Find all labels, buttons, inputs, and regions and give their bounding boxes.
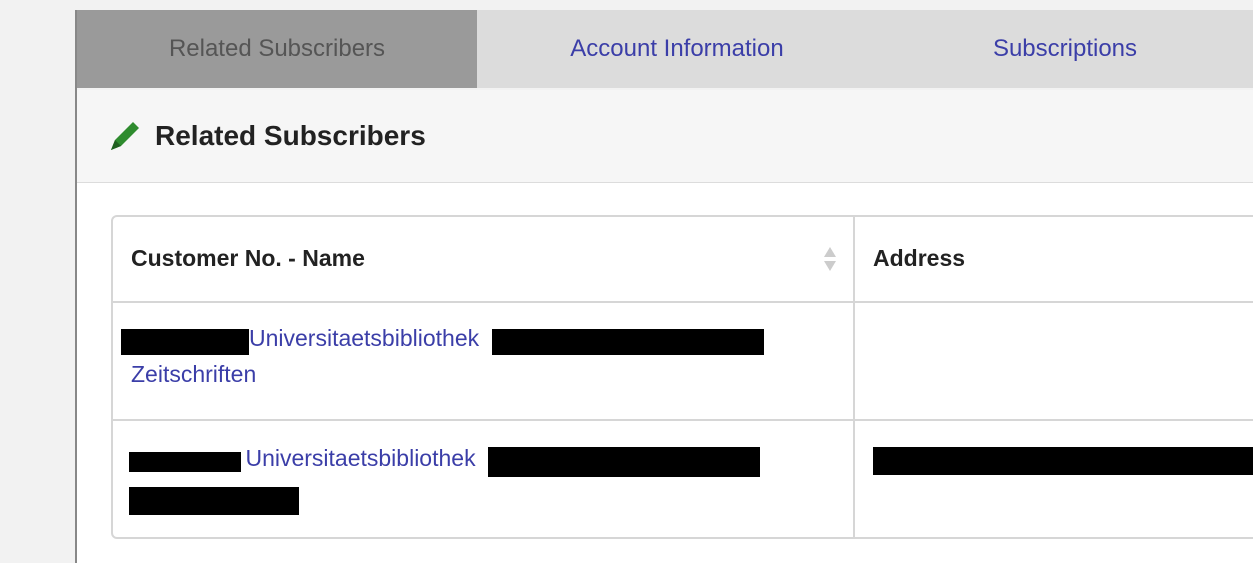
related-subscribers-panel: Related Subscribers Customer No. - Name … xyxy=(77,90,1253,563)
column-header-address: Address xyxy=(873,245,966,271)
tab-related-subscribers[interactable]: Related Subscribers xyxy=(77,10,477,88)
redacted-customer-number xyxy=(121,328,249,355)
tab-subscriptions[interactable]: Subscriptions xyxy=(877,10,1253,88)
customer-name-link[interactable]: Universitaetsbibliothek xyxy=(245,445,475,471)
customer-name-link[interactable]: Universitaetsbibliothek xyxy=(249,325,479,351)
redacted-text xyxy=(488,446,761,477)
table-header-row: Customer No. - Name Address xyxy=(113,217,1253,303)
sort-icon[interactable] xyxy=(823,245,837,273)
redacted-text xyxy=(129,486,299,515)
address-cell xyxy=(873,447,1253,475)
pencil-icon xyxy=(111,122,139,150)
table-row: Universitaetsbibliothek xyxy=(113,421,1253,537)
redacted-address xyxy=(873,447,1253,475)
subscribers-table: Customer No. - Name Address Universitaet… xyxy=(111,215,1253,539)
panel-header: Related Subscribers xyxy=(77,90,1253,183)
table-row: Universitaetsbibliothek Zeitschriften xyxy=(113,303,1253,421)
tab-bar: Related Subscribers Account Information … xyxy=(77,10,1253,90)
customer-cell: Universitaetsbibliothek xyxy=(129,445,849,515)
redacted-customer-number xyxy=(129,451,241,472)
customer-name-link-continued[interactable]: Zeitschriften xyxy=(131,361,841,388)
customer-cell: Universitaetsbibliothek Zeitschriften xyxy=(121,325,841,388)
redacted-text xyxy=(491,328,764,355)
panel-title: Related Subscribers xyxy=(155,120,426,151)
column-header-customer[interactable]: Customer No. - Name xyxy=(131,245,365,272)
tab-account-information[interactable]: Account Information xyxy=(477,10,877,88)
